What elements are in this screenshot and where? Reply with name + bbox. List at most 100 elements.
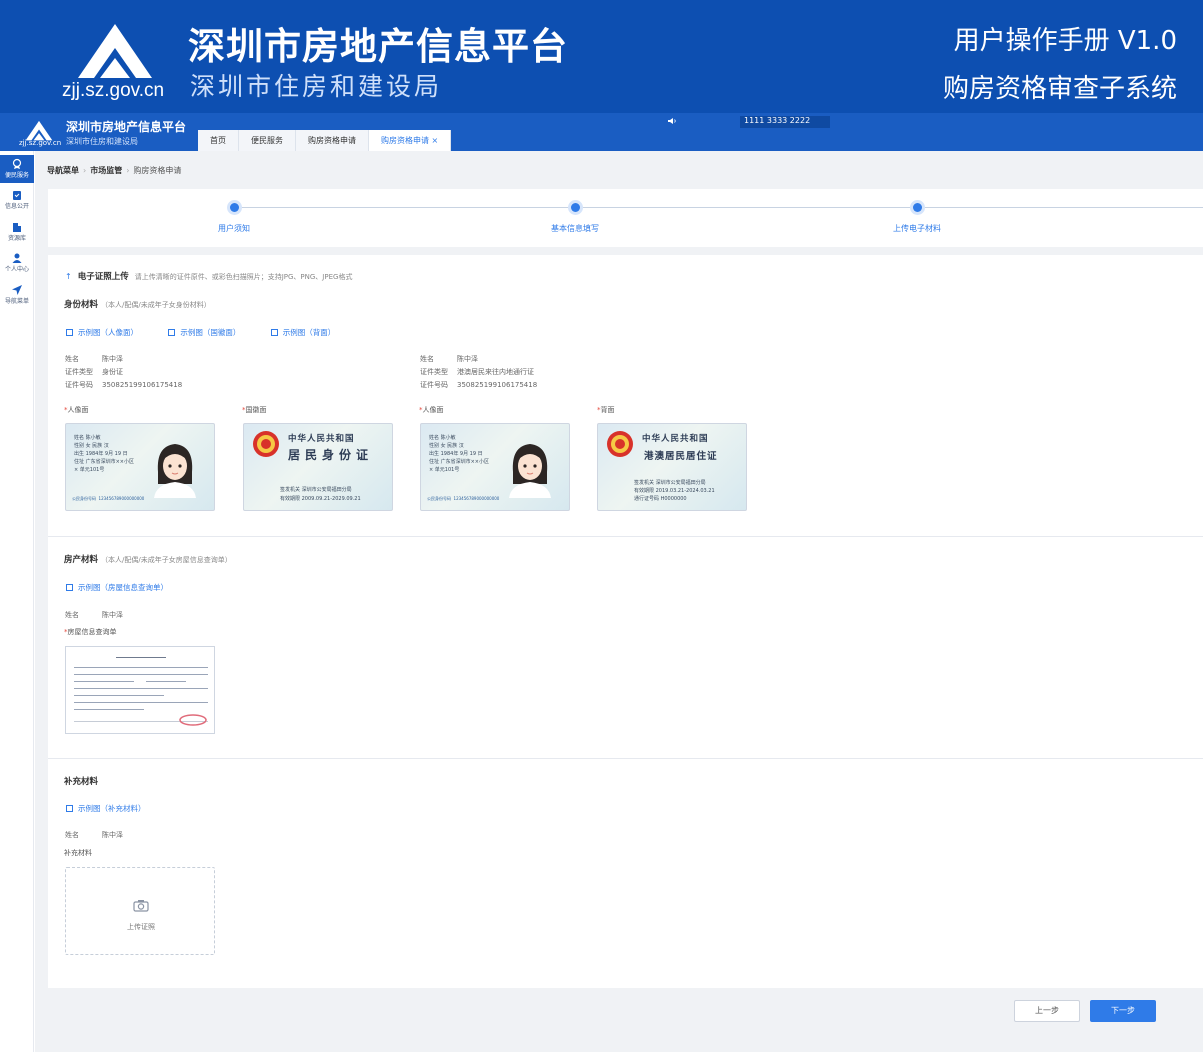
platform-logo-icon (78, 24, 152, 78)
building-icon (13, 223, 21, 232)
example-link-emblem[interactable]: 示例图（国徽面） (168, 328, 240, 337)
camera-icon (133, 900, 149, 912)
step-dot (571, 203, 580, 212)
tab-bar: 首页 便民服务 购房资格申请 购房资格申请 × (198, 130, 452, 151)
step-label-upload-materials: 上传电子材料 (893, 224, 941, 233)
sidebar-item-nav-menu[interactable]: 导航菜单 (0, 284, 34, 308)
field-value: 陈中泽 (102, 611, 123, 619)
field-value: 陈中泽 (102, 831, 123, 839)
example-link-portrait[interactable]: 示例图（人像面） (66, 328, 138, 337)
identity-examples: 示例图（人像面） 示例图（国徽面） 示例图（背面） (66, 327, 363, 338)
step-dot (230, 203, 239, 212)
property-title: 房产材料 (64, 555, 99, 565)
field-value: 港澳居民来往内地通行证 (457, 368, 534, 376)
tab-home[interactable]: 首页 (198, 130, 239, 151)
sidebar-item-label: 个人中心 (4, 266, 29, 273)
field-value: 350825199106175418 (102, 381, 183, 389)
navigation-icon (12, 285, 22, 295)
main-content: 导航菜单 › 市场监管 › 购房资格申请 用户须知 基本信息填写 上传电子材料 ↑ 电子证… (35, 151, 1203, 1052)
image-icon (168, 329, 176, 336)
step-label-basic-info: 基本信息填写 (551, 224, 599, 233)
field-label: 姓名 (65, 355, 79, 363)
field-label: 姓名 (65, 831, 79, 839)
supplement-person-info: 姓名 陈中泽 (65, 829, 123, 842)
supplement-example-link[interactable]: 示例图（补充材料） (66, 803, 174, 814)
upload-panel: ↑ 电子证照上传 请上传清晰的证件原件、或彩色扫描照片；支持JPG、PNG、JPEG… (48, 255, 1203, 988)
breadcrumb-item[interactable]: 导航菜单 (47, 166, 79, 175)
section-divider (48, 536, 1203, 537)
field-label: 姓名 (65, 611, 79, 619)
field-label: 证件类型 (65, 368, 93, 376)
manual-version: 用户操作手册 V1.0 (953, 26, 1177, 56)
tab-convenience-service[interactable]: 便民服务 (239, 130, 296, 151)
steps-line (234, 207, 1203, 208)
property-example-link[interactable]: 示例图（房屋信息查询单） (66, 582, 196, 593)
step-label-user-notice: 用户须知 (218, 224, 250, 233)
progress-steps: 用户须知 基本信息填写 上传电子材料 (48, 189, 1203, 247)
national-emblem-icon (607, 431, 633, 457)
caption-emblem: *国徽面 (242, 406, 267, 414)
field-label: 证件号码 (420, 381, 448, 389)
tab-purchase-qualification-active[interactable]: 购房资格申请 × (369, 130, 452, 151)
seal-stamp-icon (179, 714, 207, 726)
breadcrumb-item[interactable]: 市场监管 (90, 166, 122, 175)
caption-portrait-1: *人像面 (64, 406, 89, 414)
sidebar-item-info-public[interactable]: 信息公开 (0, 189, 34, 213)
field-value: 身份证 (102, 368, 123, 376)
banner-title: 深圳市房地产信息平台 (188, 25, 568, 68)
user-icon (12, 253, 22, 263)
image-icon (66, 329, 73, 336)
supplement-section-title: 补充材料 (64, 777, 99, 787)
id-card-back-image[interactable]: 中华人民共和国 居民身份证 签发机关 深圳市公安局福田分局 有效期限 2009.… (243, 423, 393, 511)
national-emblem-icon (253, 431, 279, 457)
banner-logo-url: zjj.sz.gov.cn (62, 80, 165, 101)
id-card-front-image[interactable]: 姓名 陈小敏 性别 女 民族 汉 出生 1984年 9月 19 日 住址 广东省… (65, 423, 215, 511)
section-divider (48, 758, 1203, 759)
app-title: 深圳市房地产信息平台 (66, 120, 187, 134)
breadcrumb-current: 购房资格申请 (133, 166, 182, 175)
tab-purchase-qualification[interactable]: 购房资格申请 (296, 130, 369, 151)
identity-title: 身份材料 (64, 300, 99, 310)
id-back-title: 中华人民共和国 (288, 434, 355, 444)
sidebar-item-resources[interactable]: 资源库 (0, 221, 34, 245)
sidebar-item-label: 导航菜单 (4, 298, 29, 305)
property-query-document-image[interactable] (65, 646, 215, 734)
property-note: （本人/配偶/未成年子女房屋信息查询单） (101, 556, 232, 564)
field-label: 证件号码 (65, 381, 93, 389)
id-back-name: 居民身份证 (288, 448, 374, 462)
residence-permit-back-image[interactable]: 中华人民共和国 港澳居民居住证 签发机关 深圳市公安局福田分局 有效期限 201… (597, 423, 747, 511)
app-logo-url: zjj.sz.gov.cn (19, 139, 62, 147)
hk-back-name: 港澳居民居住证 (644, 451, 718, 462)
next-step-button[interactable]: 下一步 (1090, 1000, 1156, 1022)
identity-section-title: 身份材料 （本人/配偶/未成年子女身份材料） (64, 298, 211, 310)
banner-subtitle: 深圳市住房和建设局 (190, 72, 443, 101)
medal-icon (12, 158, 22, 169)
sidebar-item-label: 便民服务 (4, 172, 29, 179)
notice-marquee: 1111 3333 2222 (740, 116, 830, 128)
caption-property-query: *房屋信息查询单 (64, 628, 117, 636)
step-dot (913, 203, 922, 212)
upload-hint: 请上传清晰的证件原件、或彩色扫描照片；支持JPG、PNG、JPEG格式 (134, 273, 353, 281)
upload-title: 电子证照上传 (77, 272, 129, 282)
example-link-back[interactable]: 示例图（背面） (270, 328, 335, 337)
supplement-upload-box[interactable]: 上传证照 (65, 867, 215, 955)
sidebar-item-personal-center[interactable]: 个人中心 (0, 252, 34, 276)
sidebar-item-convenience[interactable]: 便民服务 (0, 155, 34, 183)
caption-supplement: 补充材料 (64, 849, 92, 857)
person-info-1: 姓名 陈中泽 证件类型 身份证 证件号码 350825199106175418 (65, 353, 182, 392)
image-icon (66, 805, 73, 812)
sidebar-item-label: 资源库 (7, 235, 26, 242)
field-value: 陈中泽 (457, 355, 478, 363)
system-name: 购房资格审查子系统 (942, 74, 1177, 104)
clipboard-icon (13, 191, 21, 200)
field-label: 姓名 (420, 355, 434, 363)
residence-front-fields: 姓名 陈小敏 性别 女 民族 汉 出生 1984年 9月 19 日 住址 广东省… (429, 435, 489, 473)
property-person-info: 姓名 陈中泽 (65, 609, 123, 622)
previous-step-button[interactable]: 上一步 (1014, 1000, 1080, 1022)
residence-permit-front-image[interactable]: 姓名 陈小敏 性别 女 民族 汉 出生 1984年 9月 19 日 住址 广东省… (420, 423, 570, 511)
upload-box-label: 上传证照 (127, 923, 155, 931)
speaker-icon[interactable] (667, 117, 677, 125)
field-label: 证件类型 (420, 368, 448, 376)
identity-note: （本人/配偶/未成年子女身份材料） (101, 301, 211, 309)
breadcrumb: 导航菜单 › 市场监管 › 购房资格申请 (47, 166, 182, 175)
